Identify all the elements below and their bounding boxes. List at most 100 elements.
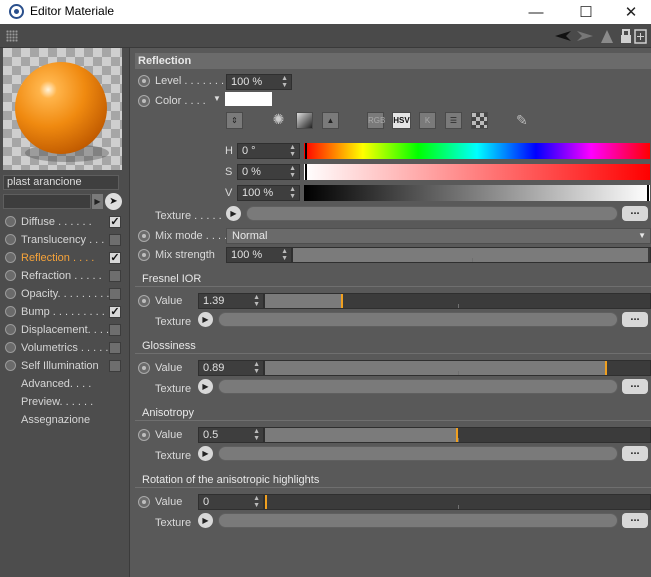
spin-arrows-icon[interactable]: ▲ ▼ <box>253 495 260 509</box>
channel-animate-radio[interactable] <box>5 252 16 263</box>
fresnel-slider[interactable] <box>264 293 651 309</box>
channel-item[interactable]: Displacement. . . . <box>0 321 130 339</box>
spin-arrows-icon[interactable]: ▲ ▼ <box>289 144 296 158</box>
pointer-icon[interactable]: ➤ <box>105 193 122 210</box>
channel-item[interactable]: Opacity. . . . . . . . . <box>0 285 130 303</box>
mixmode-select[interactable]: Normal ▼ <box>226 228 651 244</box>
spin-arrows-icon[interactable]: ▲ ▼ <box>281 75 288 89</box>
minimize-button[interactable]: — <box>513 0 559 24</box>
material-name-field[interactable]: plast arancione <box>3 175 119 190</box>
channel-animate-radio[interactable] <box>5 360 16 371</box>
channel-enable-checkbox[interactable] <box>109 270 121 282</box>
texture-play-icon[interactable]: ▶ <box>198 379 213 394</box>
level-input[interactable]: 100 % ▲ ▼ <box>226 74 292 90</box>
hue-marker[interactable] <box>305 143 307 159</box>
h-input[interactable]: 0 ° ▲ ▼ <box>237 143 300 159</box>
kelvin-button[interactable]: K <box>419 112 436 129</box>
channel-enable-checkbox[interactable] <box>109 234 121 246</box>
anisotropy-slider[interactable] <box>264 427 651 443</box>
image-icon[interactable]: ▲ <box>322 112 339 129</box>
material-preview[interactable] <box>3 48 122 170</box>
color-swatch[interactable] <box>225 92 272 106</box>
texture-browse-button[interactable]: ... <box>622 206 648 221</box>
eyedropper-icon[interactable]: ✎ <box>516 112 528 129</box>
channel-enable-checkbox[interactable] <box>109 342 121 354</box>
glossiness-texture-field[interactable] <box>218 379 618 394</box>
texture-browse-button[interactable]: ... <box>622 312 648 327</box>
mixstrength-input[interactable]: 100 % ▲ ▼ <box>226 247 292 263</box>
forward-arrow-icon[interactable] <box>577 31 593 41</box>
back-arrow-icon[interactable] <box>555 31 571 41</box>
mixer-icon[interactable]: ☰ <box>445 112 462 129</box>
channel-item[interactable]: Volumetrics . . . . . <box>0 339 130 357</box>
spectrum-icon[interactable] <box>296 112 313 129</box>
mixstrength-slider[interactable] <box>292 247 651 263</box>
slider-knob[interactable] <box>605 361 607 375</box>
channel-animate-radio[interactable] <box>5 324 16 335</box>
channel-enable-checkbox[interactable]: ✓ <box>109 252 121 264</box>
pin-icon[interactable] <box>601 30 613 43</box>
saturation-marker[interactable] <box>305 164 307 180</box>
rotation-input[interactable]: 0 ▲ ▼ <box>198 494 264 510</box>
level-animate-radio[interactable] <box>138 75 150 87</box>
channel-item[interactable]: Self Illumination <box>0 357 130 375</box>
channel-animate-radio[interactable] <box>5 270 16 281</box>
fresnel-input[interactable]: 1.39 ▲ ▼ <box>198 293 264 309</box>
channel-animate-radio[interactable] <box>5 342 16 353</box>
spin-arrows-icon[interactable]: ▲ ▼ <box>281 248 288 262</box>
channel-animate-radio[interactable] <box>5 216 16 227</box>
fresnel-texture-field[interactable] <box>218 312 618 327</box>
close-button[interactable]: ✕ <box>608 0 651 24</box>
chevron-down-icon[interactable]: ▼ <box>638 229 646 243</box>
spin-arrows-icon[interactable]: ▲ ▼ <box>253 294 260 308</box>
channel-enable-checkbox[interactable]: ✓ <box>109 216 121 228</box>
hsv-button[interactable]: HSV <box>392 112 411 129</box>
channel-item[interactable]: Refraction . . . . . <box>0 267 130 285</box>
spin-arrows-icon[interactable]: ▲ ▼ <box>289 165 296 179</box>
channel-animate-radio[interactable] <box>5 288 16 299</box>
saturation-slider[interactable] <box>304 164 650 180</box>
rotation-animate-radio[interactable] <box>138 496 150 508</box>
glossiness-input[interactable]: 0.89 ▲ ▼ <box>198 360 264 376</box>
channel-animate-radio[interactable] <box>5 306 16 317</box>
texture-browse-button[interactable]: ... <box>622 379 648 394</box>
wheel-icon[interactable]: ✺ <box>270 112 287 129</box>
spin-arrows-icon[interactable]: ▲ ▼ <box>253 361 260 375</box>
slider-knob[interactable] <box>265 495 267 509</box>
color-dropdown-icon[interactable]: ▼ <box>213 94 221 103</box>
texture-play-icon[interactable]: ▶ <box>198 513 213 528</box>
material-search-field[interactable] <box>3 194 91 209</box>
advanced-item[interactable]: Advanced. . . . <box>21 378 91 390</box>
anisotropy-input[interactable]: 0.5 ▲ ▼ <box>198 427 264 443</box>
add-window-icon[interactable] <box>634 29 647 44</box>
channel-item[interactable]: Bump . . . . . . . . . ✓ <box>0 303 130 321</box>
anisotropy-texture-field[interactable] <box>218 446 618 461</box>
play-arrow-icon[interactable]: ▶ <box>92 194 103 209</box>
swatches-icon[interactable] <box>471 112 488 129</box>
rotation-texture-field[interactable] <box>218 513 618 528</box>
preview-item[interactable]: Preview. . . . . . <box>21 396 93 408</box>
picker-icon[interactable]: ⇕ <box>226 112 243 129</box>
channel-enable-checkbox[interactable] <box>109 324 121 336</box>
channel-item[interactable]: Diffuse . . . . . . ✓ <box>0 213 130 231</box>
value-slider[interactable] <box>304 185 650 201</box>
s-input[interactable]: 0 % ▲ ▼ <box>237 164 300 180</box>
grip-icon[interactable] <box>6 30 18 42</box>
slider-knob[interactable] <box>341 294 343 308</box>
color-animate-radio[interactable] <box>138 95 150 107</box>
lock-icon[interactable] <box>621 29 631 43</box>
channel-item[interactable]: Reflection . . . . ✓ <box>0 249 130 267</box>
texture-field[interactable] <box>246 206 618 221</box>
glossiness-slider[interactable] <box>264 360 651 376</box>
hue-slider[interactable] <box>304 143 650 159</box>
rgb-button[interactable]: RGB <box>367 112 385 129</box>
assegnazione-item[interactable]: Assegnazione <box>21 414 90 426</box>
channel-animate-radio[interactable] <box>5 234 16 245</box>
rotation-slider[interactable] <box>264 494 651 510</box>
channel-enable-checkbox[interactable] <box>109 360 121 372</box>
texture-play-icon[interactable]: ▶ <box>198 312 213 327</box>
anisotropy-animate-radio[interactable] <box>138 429 150 441</box>
value-marker[interactable] <box>647 185 649 201</box>
texture-play-icon[interactable]: ▶ <box>226 206 241 221</box>
channel-enable-checkbox[interactable]: ✓ <box>109 306 121 318</box>
